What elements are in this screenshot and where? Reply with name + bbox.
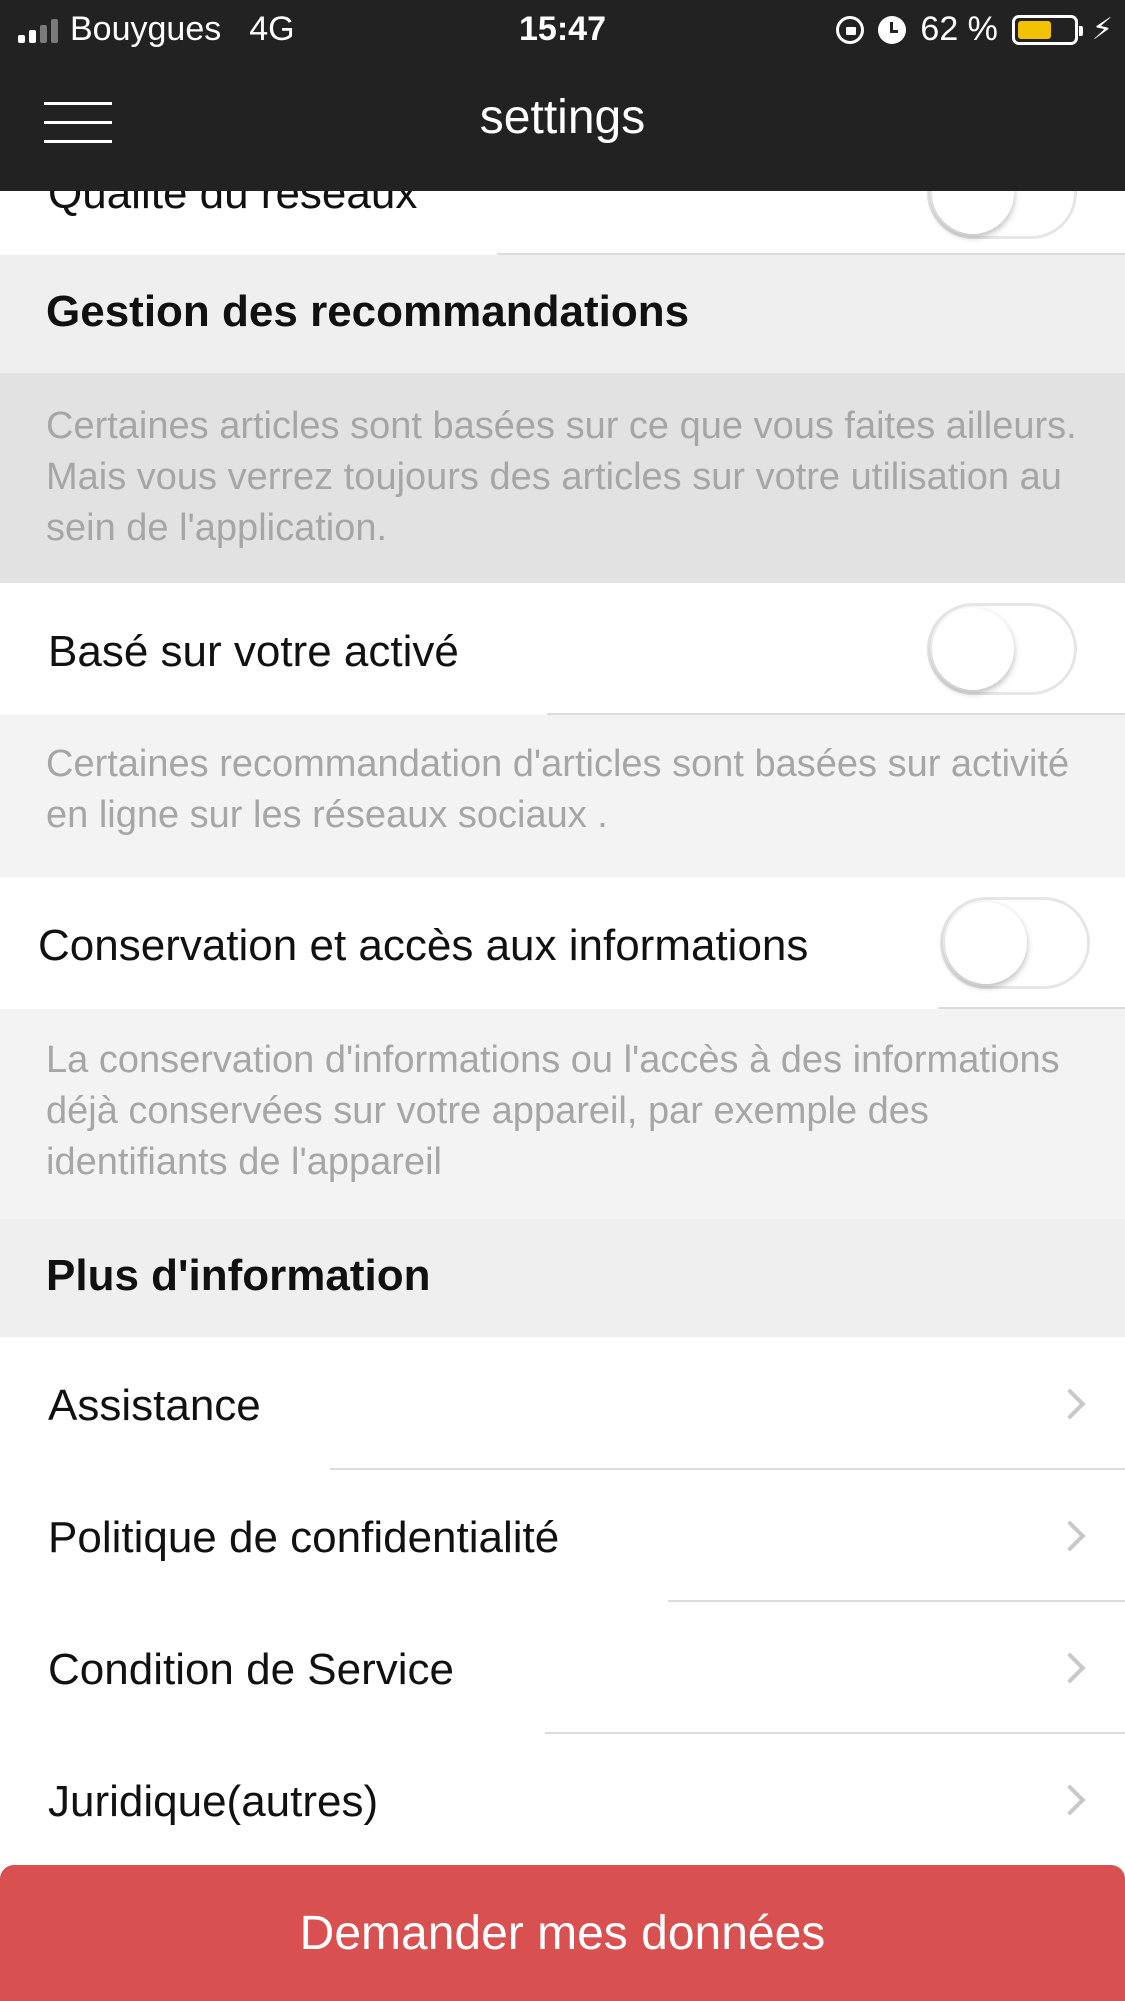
section-header-recommendations: Gestion des recommandations bbox=[0, 255, 1125, 373]
section-header-more-info: Plus d'information bbox=[0, 1219, 1125, 1337]
status-bar-right: 62 % ⚡︎ bbox=[836, 10, 1113, 49]
list-item-label: Juridique(autres) bbox=[48, 1777, 379, 1826]
network-quality-label: Qualité du réseaux bbox=[48, 191, 418, 218]
settings-row-network-quality: Qualité du réseaux bbox=[0, 191, 1125, 245]
list-item-label: Politique de confidentialité bbox=[48, 1513, 560, 1562]
chevron-right-icon bbox=[1054, 1652, 1086, 1684]
activity-description-box: Certaines recommandation d'articles sont… bbox=[0, 715, 1125, 877]
recommendations-description: Certaines articles sont basées sur ce qu… bbox=[46, 405, 1077, 549]
activity-toggle[interactable] bbox=[927, 603, 1077, 695]
settings-row-activity: Basé sur votre activé bbox=[0, 583, 1125, 715]
rotation-lock-icon bbox=[836, 15, 865, 44]
alarm-icon bbox=[878, 15, 907, 44]
recommendations-description-box: Certaines articles sont basées sur ce qu… bbox=[0, 373, 1125, 583]
storage-description-box: La conservation d'informations ou l'accè… bbox=[0, 1009, 1125, 1219]
battery-icon bbox=[1011, 14, 1083, 45]
list-item-label: Assistance bbox=[48, 1381, 261, 1430]
section-title: Plus d'information bbox=[46, 1251, 431, 1300]
network-quality-toggle[interactable] bbox=[927, 191, 1077, 239]
battery-percentage: 62 % bbox=[920, 10, 998, 48]
page-title: settings bbox=[479, 91, 646, 144]
list-item-privacy-policy[interactable]: Politique de confidentialité bbox=[0, 1470, 1125, 1601]
charging-bolt-icon: ⚡︎ bbox=[1091, 13, 1113, 46]
chevron-right-icon bbox=[1054, 1388, 1086, 1420]
settings-list[interactable]: Qualité du réseaux Gestion des recommand… bbox=[0, 191, 1125, 1865]
nav-bar: settings bbox=[0, 62, 1125, 191]
list-item-terms-of-service[interactable]: Condition de Service bbox=[0, 1602, 1125, 1733]
list-item-assistance[interactable]: Assistance bbox=[0, 1337, 1125, 1469]
activity-description: Certaines recommandation d'articles sont… bbox=[46, 743, 1070, 836]
request-my-data-button[interactable]: Demander mes données bbox=[0, 1865, 1125, 2001]
storage-description: La conservation d'informations ou l'accè… bbox=[46, 1039, 1060, 1183]
storage-label: Conservation et accès aux informations bbox=[38, 921, 809, 970]
section-title: Gestion des recommandations bbox=[46, 287, 690, 336]
activity-label: Basé sur votre activé bbox=[48, 627, 459, 676]
battery-fill bbox=[1017, 20, 1052, 39]
list-item-label: Condition de Service bbox=[48, 1645, 455, 1694]
status-bar: Bouygues 4G 15:47 62 % ⚡︎ bbox=[0, 0, 1125, 62]
list-item-legal-other[interactable]: Juridique(autres) bbox=[0, 1734, 1125, 1865]
chevron-right-icon bbox=[1054, 1520, 1086, 1552]
chevron-right-icon bbox=[1054, 1784, 1086, 1816]
settings-row-storage: Conservation et accès aux informations bbox=[0, 877, 1125, 1009]
storage-toggle[interactable] bbox=[940, 897, 1090, 989]
